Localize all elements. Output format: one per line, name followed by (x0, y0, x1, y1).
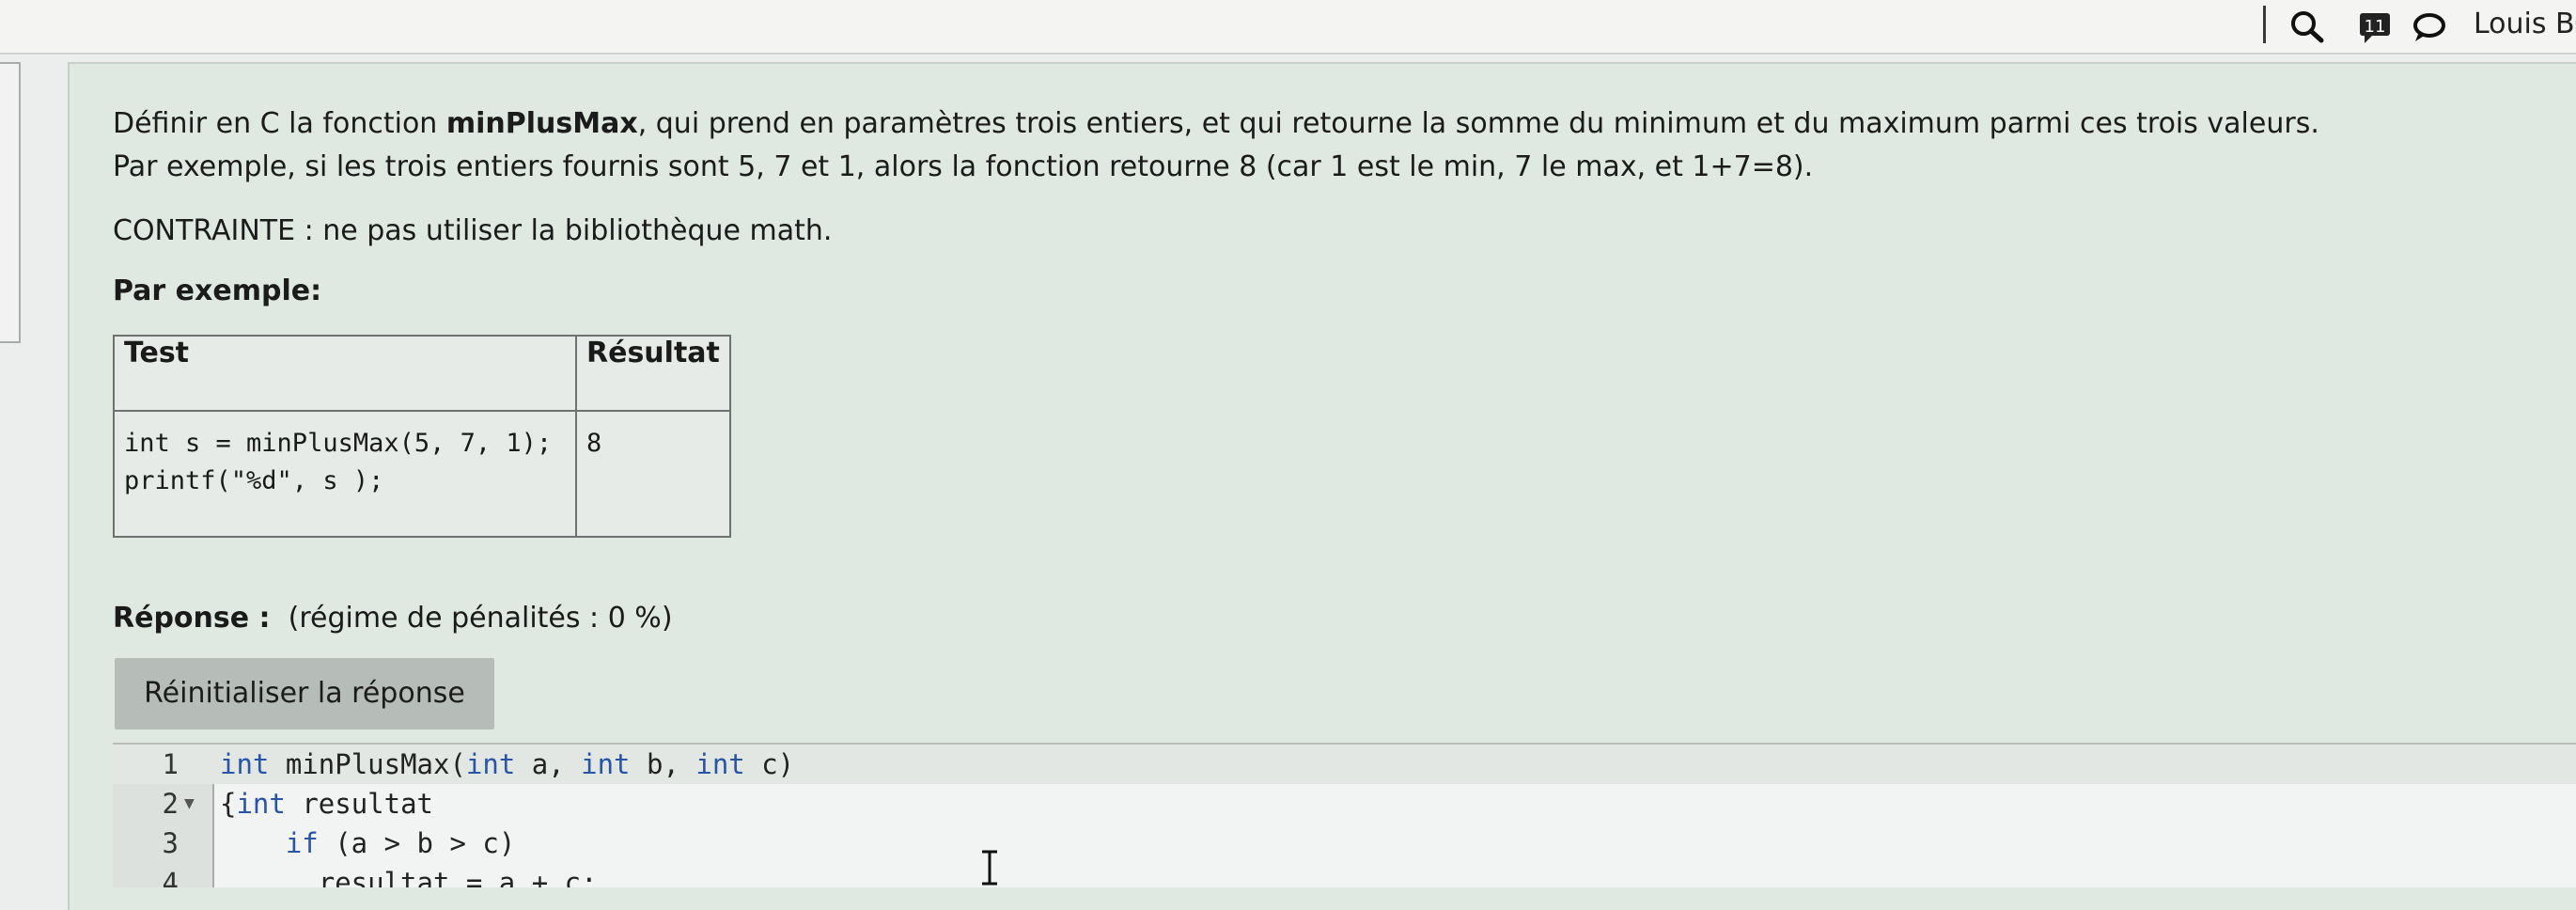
top-navbar: 11 Louis BC (0, 0, 2576, 55)
example-table: Test Résultat int s = minPlusMax(5, 7, 1… (113, 335, 731, 538)
line-number: 2 (162, 788, 179, 820)
code-text[interactable]: {int resultat (220, 784, 433, 824)
constraint-text: CONTRAINTE : ne pas utiliser la biblioth… (113, 214, 833, 247)
question-line-1: Définir en C la fonction minPlusMax, qui… (113, 107, 2319, 140)
question-line-1-pre: Définir en C la fonction (113, 107, 446, 140)
code-text[interactable]: if (a > b > c) (220, 824, 515, 863)
code-line[interactable]: 2 ▼ {int resultat (113, 784, 2576, 824)
question-line-2: Par exemple, si les trois entiers fourni… (113, 150, 1814, 183)
code-line[interactable]: 4 resultat = a + c; (113, 863, 2576, 887)
line-number: 3 (162, 827, 179, 859)
code-line[interactable]: 1 int minPlusMax(int a, int b, int c) (113, 745, 2576, 784)
fold-arrow-icon[interactable]: ▼ (184, 784, 195, 824)
messages-badge: 11 (2365, 17, 2386, 37)
user-name[interactable]: Louis BC (2474, 8, 2576, 40)
code-text[interactable]: int minPlusMax(int a, int b, int c) (220, 745, 794, 784)
navbar-divider (2263, 6, 2266, 43)
answer-heading: Réponse : (régime de pénalités : 0 %) (113, 602, 673, 635)
table-cell-test: int s = minPlusMax(5, 7, 1); printf("%d",… (113, 410, 577, 538)
question-line-1-post: , qui prend en paramètres trois entiers,… (637, 107, 2319, 140)
chat-bubble-icon[interactable] (2412, 11, 2447, 43)
table-header-test: Test (113, 335, 577, 412)
table-row: int s = minPlusMax(5, 7, 1); printf("%d",… (113, 410, 731, 538)
code-line[interactable]: 3 if (a > b > c) (113, 824, 2576, 863)
search-icon[interactable] (2289, 9, 2327, 43)
answer-label: Réponse : (113, 602, 271, 635)
test-code-line-2: printf("%d", s ); (124, 466, 384, 495)
table-header-row: Test Résultat (113, 335, 731, 412)
text-cursor-icon (979, 850, 1000, 886)
side-panel (0, 62, 21, 343)
line-number: 4 (162, 867, 179, 887)
table-header-result: Résultat (575, 335, 731, 412)
table-cell-result: 8 (575, 410, 731, 538)
messages-icon[interactable]: 11 (2357, 8, 2395, 45)
function-name: minPlusMax (445, 107, 638, 140)
code-editor[interactable]: 1 int minPlusMax(int a, int b, int c) 2 … (113, 743, 2576, 887)
reset-answer-button[interactable]: Réinitialiser la réponse (115, 658, 494, 730)
example-heading: Par exemple: (113, 275, 322, 307)
line-number: 1 (162, 748, 179, 780)
test-code-line-1: int s = minPlusMax(5, 7, 1); (124, 429, 553, 458)
penalty-text: (régime de pénalités : 0 %) (288, 602, 673, 635)
code-text[interactable]: resultat = a + c; (220, 863, 598, 887)
